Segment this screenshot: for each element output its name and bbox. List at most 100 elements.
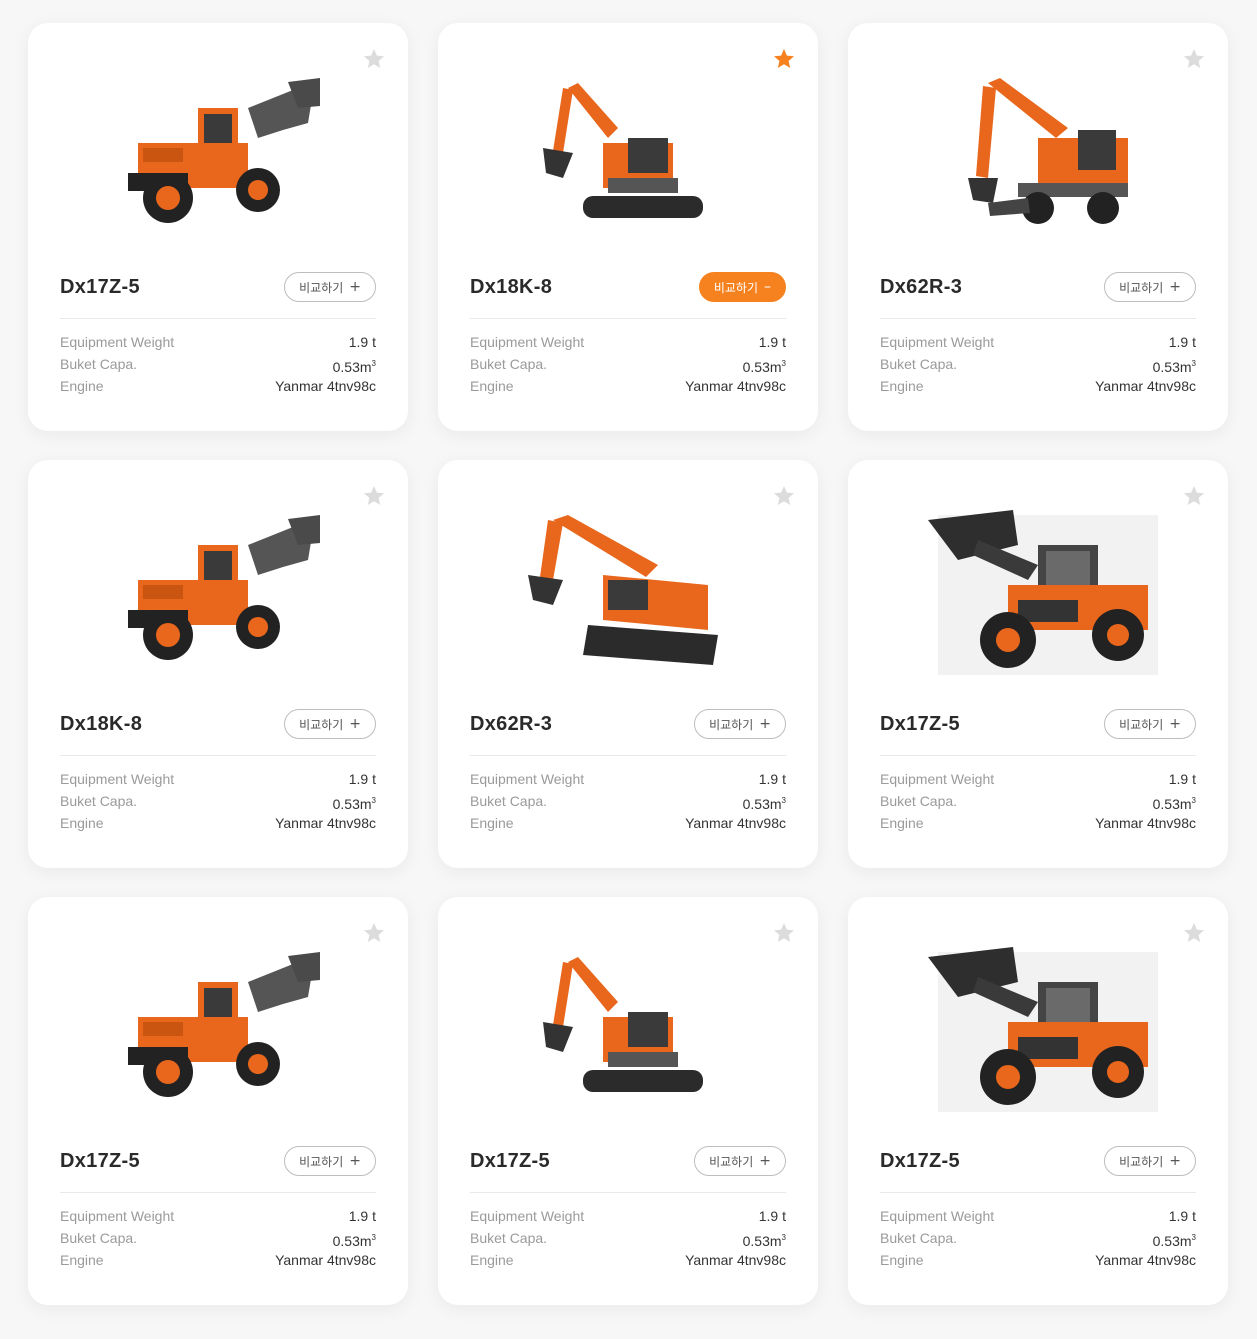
spec-label: Engine xyxy=(470,378,514,394)
spec-value-text: 1.9 t xyxy=(1168,771,1196,787)
favorite-star-icon[interactable] xyxy=(772,47,796,71)
spec-value-text: 1.9 t xyxy=(348,334,376,350)
spec-value-text: 1.9 t xyxy=(348,771,376,787)
model-name[interactable]: Dx17Z-5 xyxy=(880,1150,960,1173)
product-image[interactable] xyxy=(908,500,1168,680)
product-image[interactable] xyxy=(88,63,348,243)
spec-label: Buket Capa. xyxy=(60,356,138,372)
favorite-star-icon[interactable] xyxy=(1182,47,1206,71)
divider xyxy=(880,318,1196,319)
spec-label: Buket Capa. xyxy=(470,356,548,372)
compare-button[interactable]: 비교하기 + xyxy=(284,709,376,739)
spec-value: 0.53m3 xyxy=(743,790,786,812)
card-title-row: Dx18K-8 비교하기 + xyxy=(60,708,376,740)
model-name[interactable]: Dx17Z-5 xyxy=(60,1150,140,1173)
spec-value: 1.9 t xyxy=(759,1205,786,1227)
product-image[interactable] xyxy=(88,500,348,680)
spec-value: 0.53m3 xyxy=(333,1227,376,1249)
product-card[interactable]: Dx17Z-5 비교하기 + Equipment Weight 1.9 t Bu… xyxy=(848,897,1228,1305)
product-card[interactable]: Dx62R-3 비교하기 + Equipment Weight 1.9 t Bu… xyxy=(438,460,818,868)
favorite-star-icon[interactable] xyxy=(362,47,386,71)
spec-value-text: 1.9 t xyxy=(758,334,786,350)
favorite-star-icon[interactable] xyxy=(362,484,386,508)
spec-value: 0.53m3 xyxy=(333,790,376,812)
spec-row: Equipment Weight 1.9 t xyxy=(880,768,1196,790)
spec-label: Equipment Weight xyxy=(60,1208,175,1224)
card-title-row: Dx17Z-5 비교하기 + xyxy=(60,1145,376,1177)
spec-label: Buket Capa. xyxy=(470,793,548,809)
compare-label: 비교하기 xyxy=(299,1154,344,1169)
spec-row: Buket Capa. 0.53m3 xyxy=(470,790,786,812)
compare-button[interactable]: 비교하기 + xyxy=(284,1146,376,1176)
compare-button[interactable]: 비교하기 + xyxy=(694,709,786,739)
compare-label: 비교하기 xyxy=(1119,717,1164,732)
spec-label: Equipment Weight xyxy=(60,334,175,350)
compare-button[interactable]: 비교하기 + xyxy=(284,272,376,302)
product-image[interactable] xyxy=(498,937,758,1117)
model-name[interactable]: Dx17Z-5 xyxy=(880,713,960,736)
product-card[interactable]: Dx17Z-5 비교하기 + Equipment Weight 1.9 t Bu… xyxy=(848,460,1228,868)
card-title-row: Dx62R-3 비교하기 + xyxy=(880,271,1196,303)
model-name[interactable]: Dx17Z-5 xyxy=(470,1150,550,1173)
product-image[interactable] xyxy=(908,63,1168,243)
spec-value: 1.9 t xyxy=(349,1205,376,1227)
spec-value-text: 1.9 t xyxy=(758,1208,786,1224)
product-image[interactable] xyxy=(498,500,758,680)
spec-value-text: Yanmar 4tnv98c xyxy=(275,815,376,831)
model-name[interactable]: Dx18K-8 xyxy=(470,276,552,299)
product-image[interactable] xyxy=(908,937,1168,1117)
divider xyxy=(60,1192,376,1193)
plus-icon: + xyxy=(349,1153,361,1169)
spec-row: Engine Yanmar 4tnv98c xyxy=(880,375,1196,397)
product-card[interactable]: Dx17Z-5 비교하기 + Equipment Weight 1.9 t Bu… xyxy=(28,897,408,1305)
spec-list: Equipment Weight 1.9 t Buket Capa. 0.53m… xyxy=(60,768,376,834)
favorite-star-icon[interactable] xyxy=(1182,484,1206,508)
spec-value: 1.9 t xyxy=(349,768,376,790)
spec-value: 1.9 t xyxy=(759,331,786,353)
model-name[interactable]: Dx62R-3 xyxy=(880,276,962,299)
spec-label: Buket Capa. xyxy=(880,1230,958,1246)
favorite-star-icon[interactable] xyxy=(1182,921,1206,945)
spec-label: Equipment Weight xyxy=(880,771,995,787)
card-title-row: Dx17Z-5 비교하기 + xyxy=(60,271,376,303)
card-title-row: Dx17Z-5 비교하기 + xyxy=(470,1145,786,1177)
compare-button[interactable]: 비교하기 + xyxy=(1104,1146,1196,1176)
spec-row: Equipment Weight 1.9 t xyxy=(470,768,786,790)
spec-label: Engine xyxy=(880,378,924,394)
compare-button[interactable]: 비교하기 + xyxy=(694,1146,786,1176)
spec-value-text: Yanmar 4tnv98c xyxy=(685,1252,786,1268)
product-card[interactable]: Dx17Z-5 비교하기 + Equipment Weight 1.9 t Bu… xyxy=(438,897,818,1305)
favorite-star-icon[interactable] xyxy=(772,921,796,945)
spec-value: Yanmar 4tnv98c xyxy=(685,375,786,397)
spec-label: Engine xyxy=(470,1252,514,1268)
product-card[interactable]: Dx18K-8 비교하기 – Equipment Weight 1.9 t Bu… xyxy=(438,23,818,431)
plus-icon: + xyxy=(759,1153,771,1169)
plus-icon: + xyxy=(1169,1153,1181,1169)
model-name[interactable]: Dx62R-3 xyxy=(470,713,552,736)
product-image[interactable] xyxy=(498,63,758,243)
spec-label: Equipment Weight xyxy=(470,334,585,350)
product-card[interactable]: Dx17Z-5 비교하기 + Equipment Weight 1.9 t Bu… xyxy=(28,23,408,431)
spec-value-sup: 3 xyxy=(781,359,786,368)
plus-icon: + xyxy=(1169,279,1181,295)
spec-value-text: 1.9 t xyxy=(758,771,786,787)
plus-icon: + xyxy=(1169,716,1181,732)
product-image[interactable] xyxy=(88,937,348,1117)
product-card[interactable]: Dx62R-3 비교하기 + Equipment Weight 1.9 t Bu… xyxy=(848,23,1228,431)
spec-value: Yanmar 4tnv98c xyxy=(275,1249,376,1271)
model-name[interactable]: Dx17Z-5 xyxy=(60,276,140,299)
spec-label: Buket Capa. xyxy=(880,356,958,372)
plus-icon: + xyxy=(759,716,771,732)
spec-value-text: Yanmar 4tnv98c xyxy=(685,815,786,831)
compare-button[interactable]: 비교하기 – xyxy=(698,272,786,302)
spec-value: 0.53m3 xyxy=(1153,1227,1196,1249)
spec-value-sup: 3 xyxy=(781,1233,786,1242)
favorite-star-icon[interactable] xyxy=(362,921,386,945)
spec-label: Engine xyxy=(470,815,514,831)
product-card[interactable]: Dx18K-8 비교하기 + Equipment Weight 1.9 t Bu… xyxy=(28,460,408,868)
model-name[interactable]: Dx18K-8 xyxy=(60,713,142,736)
divider xyxy=(470,1192,786,1193)
compare-button[interactable]: 비교하기 + xyxy=(1104,709,1196,739)
compare-button[interactable]: 비교하기 + xyxy=(1104,272,1196,302)
favorite-star-icon[interactable] xyxy=(772,484,796,508)
